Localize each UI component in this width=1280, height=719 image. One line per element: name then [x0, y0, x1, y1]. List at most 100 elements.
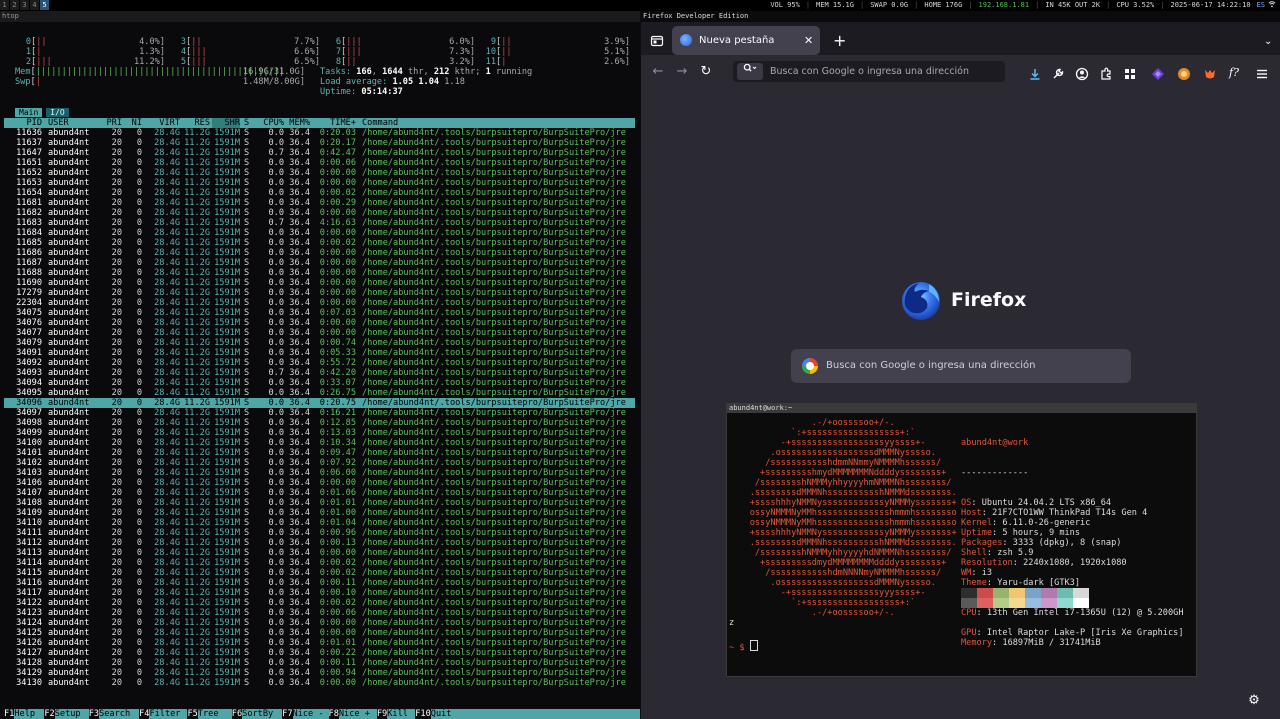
- htop-window[interactable]: htop 0[|| 4.0%] 1[| 1.3%] 2[||| 11.2%] 3[|| 7.7…: [0, 11, 640, 719]
- workspace-button[interactable]: 1: [0, 0, 9, 10]
- url-input[interactable]: Busca con Google o ingresa una dirección: [770, 65, 969, 78]
- process-row[interactable]: 11651 abund4nt 20 0 28.4G 11.2G 1591M S 0.0 36.4 0…: [4, 158, 635, 168]
- terminal-output[interactable]: .-/+oossssoo+/-. `:+ssssssssssssssssss+:…: [729, 416, 1194, 674]
- process-row[interactable]: 34124 abund4nt 20 0 28.4G 11.2G 1591M S 0.0 36.4 0…: [4, 618, 635, 628]
- process-row[interactable]: 34123 abund4nt 20 0 28.4G 11.2G 1591M S 0.0 36.4 0…: [4, 608, 635, 618]
- process-row[interactable]: 34129 abund4nt 20 0 28.4G 11.2G 1591M S 0.0 36.4 0…: [4, 668, 635, 678]
- process-row[interactable]: 34128 abund4nt 20 0 28.4G 11.2G 1591M S 0.0 36.4 0…: [4, 658, 635, 668]
- fkey-quit[interactable]: F10 Quit: [415, 709, 640, 719]
- workspace-button[interactable]: 2: [10, 0, 19, 10]
- back-icon[interactable]: ←: [647, 61, 669, 83]
- process-row[interactable]: 11686 abund4nt 20 0 28.4G 11.2G 1591M S 0.0 36.4 0…: [4, 248, 635, 258]
- close-tab-button[interactable]: ✕: [798, 32, 814, 48]
- col-time[interactable]: TIME+: [314, 118, 356, 128]
- fkey-setup[interactable]: F2 Setup: [44, 709, 89, 719]
- col-mem[interactable]: MEM%: [286, 118, 310, 128]
- process-row[interactable]: 11636 abund4nt 20 0 28.4G 11.2G 1591M S 0.0 36.4 0…: [4, 128, 635, 138]
- col-pri[interactable]: PRI: [104, 118, 122, 128]
- process-row[interactable]: 22304 abund4nt 20 0 28.4G 11.2G 1591M S 0.0 36.4 0…: [4, 298, 635, 308]
- process-row[interactable]: 34091 abund4nt 20 0 28.4G 11.2G 1591M S 0.0 36.4 0…: [4, 348, 635, 358]
- process-row[interactable]: 34079 abund4nt 20 0 28.4G 11.2G 1591M S 0.0 36.4 0…: [4, 338, 635, 348]
- fkey-kill[interactable]: F9 Kill: [376, 709, 416, 719]
- process-row[interactable]: 34103 abund4nt 20 0 28.4G 11.2G 1591M S 0.0 36.4 0…: [4, 468, 635, 478]
- process-row[interactable]: 34095 abund4nt 20 0 28.4G 11.2G 1591M S 0.0 36.4 0…: [4, 388, 635, 398]
- new-tab-button[interactable]: +: [827, 30, 847, 50]
- process-row[interactable]: 11685 abund4nt 20 0 28.4G 11.2G 1591M S 0.0 36.4 0…: [4, 238, 635, 248]
- col-res[interactable]: RES: [184, 118, 210, 128]
- process-row[interactable]: 34097 abund4nt 20 0 28.4G 11.2G 1591M S 0.0 36.4 0…: [4, 408, 635, 418]
- shell-prompt[interactable]: ~ $: [729, 640, 758, 653]
- menu-icon[interactable]: [1255, 66, 1269, 80]
- process-row[interactable]: 34117 abund4nt 20 0 28.4G 11.2G 1591M S 0.0 36.4 0…: [4, 588, 635, 598]
- process-row[interactable]: 11637 abund4nt 20 0 28.4G 11.2G 1591M S 0.0 36.4 0…: [4, 138, 635, 148]
- col-virt[interactable]: VIRT: [148, 118, 180, 128]
- col-shr[interactable]: SHR: [212, 118, 240, 128]
- htop-tab-io[interactable]: I/O: [46, 108, 69, 117]
- process-row[interactable]: 11653 abund4nt 20 0 28.4G 11.2G 1591M S 0.0 36.4 0…: [4, 178, 635, 188]
- reload-icon[interactable]: ↻: [695, 61, 717, 83]
- firefox-relay-icon[interactable]: [1177, 66, 1191, 80]
- process-row[interactable]: 17279 abund4nt 20 0 28.4G 11.2G 1591M S 0.0 36.4 0…: [4, 288, 635, 298]
- process-row[interactable]: 34130 abund4nt 20 0 28.4G 11.2G 1591M S 0.0 36.4 0…: [4, 678, 635, 688]
- process-row[interactable]: 11684 abund4nt 20 0 28.4G 11.2G 1591M S 0.0 36.4 0…: [4, 228, 635, 238]
- process-row[interactable]: 11647 abund4nt 20 0 28.4G 11.2G 1591M S 0.7 36.4 0…: [4, 148, 635, 158]
- vpn-icon[interactable]: [1151, 66, 1165, 80]
- process-row[interactable]: 34127 abund4nt 20 0 28.4G 11.2G 1591M S 0.0 36.4 0…: [4, 648, 635, 658]
- process-row[interactable]: 34107 abund4nt 20 0 28.4G 11.2G 1591M S 0.0 36.4 0…: [4, 488, 635, 498]
- wrench-icon[interactable]: [1051, 66, 1065, 80]
- col-command[interactable]: Command: [362, 118, 635, 128]
- process-row[interactable]: 11682 abund4nt 20 0 28.4G 11.2G 1591M S 0.0 36.4 0…: [4, 208, 635, 218]
- col-pid[interactable]: PID: [4, 118, 42, 128]
- process-row[interactable]: 34096 abund4nt 20 0 28.4G 11.2G 1591M S 0.0 36.4 0…: [4, 398, 635, 408]
- process-row[interactable]: 34122 abund4nt 20 0 28.4G 11.2G 1591M S 0.0 36.4 0…: [4, 598, 635, 608]
- process-row[interactable]: 11654 abund4nt 20 0 28.4G 11.2G 1591M S 0.0 36.4 0…: [4, 188, 635, 198]
- col-ni[interactable]: NI: [128, 118, 142, 128]
- process-row[interactable]: 34098 abund4nt 20 0 28.4G 11.2G 1591M S 0.0 36.4 0…: [4, 418, 635, 428]
- tabs-icon[interactable]: [650, 33, 664, 47]
- newtab-search-box[interactable]: Busca con Google o ingresa una dirección: [791, 349, 1131, 383]
- process-row[interactable]: 34099 abund4nt 20 0 28.4G 11.2G 1591M S 0.0 36.4 0…: [4, 428, 635, 438]
- process-row[interactable]: 11687 abund4nt 20 0 28.4G 11.2G 1591M S 0.0 36.4 0…: [4, 258, 635, 268]
- addon-icon[interactable]: [1123, 66, 1137, 80]
- tab-new-tab[interactable]: Nueva pestaña ✕: [672, 26, 820, 55]
- process-row[interactable]: 34109 abund4nt 20 0 28.4G 11.2G 1591M S 0.0 36.4 0…: [4, 508, 635, 518]
- forward-icon[interactable]: →: [671, 61, 693, 83]
- workspace-button[interactable]: 5: [40, 0, 49, 10]
- process-row[interactable]: 34113 abund4nt 20 0 28.4G 11.2G 1591M S 0.0 36.4 0…: [4, 548, 635, 558]
- process-row[interactable]: 34093 abund4nt 20 0 28.4G 11.2G 1591M S 0.7 36.4 0…: [4, 368, 635, 378]
- process-row[interactable]: 34126 abund4nt 20 0 28.4G 11.2G 1591M S 0.0 36.4 0…: [4, 638, 635, 648]
- fkey-help[interactable]: F1 Help: [4, 709, 45, 719]
- process-row[interactable]: 11690 abund4nt 20 0 28.4G 11.2G 1591M S 0.0 36.4 0…: [4, 278, 635, 288]
- fkey-filter[interactable]: F4 Filter: [139, 709, 188, 719]
- process-row[interactable]: 34077 abund4nt 20 0 28.4G 11.2G 1591M S 0.0 36.4 0…: [4, 328, 635, 338]
- extensions-icon[interactable]: [1099, 66, 1113, 80]
- col-cpu[interactable]: CPU%: [256, 118, 284, 128]
- process-row[interactable]: 34125 abund4nt 20 0 28.4G 11.2G 1591M S 0.0 36.4 0…: [4, 628, 635, 638]
- fkey-sortby[interactable]: F6 SortBy: [231, 709, 283, 719]
- col-state[interactable]: S: [244, 118, 249, 128]
- process-row[interactable]: 11652 abund4nt 20 0 28.4G 11.2G 1591M S 0.0 36.4 0…: [4, 168, 635, 178]
- process-row[interactable]: 11688 abund4nt 20 0 28.4G 11.2G 1591M S 0.0 36.4 0…: [4, 268, 635, 278]
- process-row[interactable]: 34114 abund4nt 20 0 28.4G 11.2G 1591M S 0.0 36.4 0…: [4, 558, 635, 568]
- process-row[interactable]: 11683 abund4nt 20 0 28.4G 11.2G 1591M S 0.7 36.4 4…: [4, 218, 635, 228]
- process-row[interactable]: 34116 abund4nt 20 0 28.4G 11.2G 1591M S 0.0 36.4 0…: [4, 578, 635, 588]
- process-row[interactable]: 34076 abund4nt 20 0 28.4G 11.2G 1591M S 0.0 36.4 0…: [4, 318, 635, 328]
- account-icon[interactable]: [1075, 66, 1089, 81]
- list-tabs-chevron-icon[interactable]: ⌄: [1258, 32, 1276, 50]
- fkey-search[interactable]: F3 Search: [88, 709, 140, 719]
- workspace-button[interactable]: 3: [20, 0, 29, 10]
- col-user[interactable]: USER: [48, 118, 69, 128]
- htop-tab-main[interactable]: Main: [15, 108, 43, 117]
- terminal-window[interactable]: abund4nt@work:~ .-/+oossssoo+/-. `:+ssss…: [726, 403, 1197, 677]
- process-row[interactable]: 34101 abund4nt 20 0 28.4G 11.2G 1591M S 0.0 36.4 0…: [4, 448, 635, 458]
- settings-gear-icon[interactable]: ⚙: [1246, 693, 1262, 709]
- fkey-tree[interactable]: F5 Tree: [187, 709, 232, 719]
- process-row[interactable]: 11681 abund4nt 20 0 28.4G 11.2G 1591M S 0.0 36.4 0…: [4, 198, 635, 208]
- download-icon[interactable]: [1028, 66, 1042, 80]
- workspace-button[interactable]: 4: [30, 0, 39, 10]
- firefox-icon[interactable]: [1203, 66, 1217, 80]
- newtab-search-input[interactable]: Busca con Google o ingresa una dirección: [826, 359, 1036, 373]
- process-row[interactable]: 34106 abund4nt 20 0 28.4G 11.2G 1591M S 0.0 36.4 0…: [4, 478, 635, 488]
- fx-icon[interactable]: f?: [1229, 66, 1243, 80]
- process-row[interactable]: 34108 abund4nt 20 0 28.4G 11.2G 1591M S 0.0 36.4 0…: [4, 498, 635, 508]
